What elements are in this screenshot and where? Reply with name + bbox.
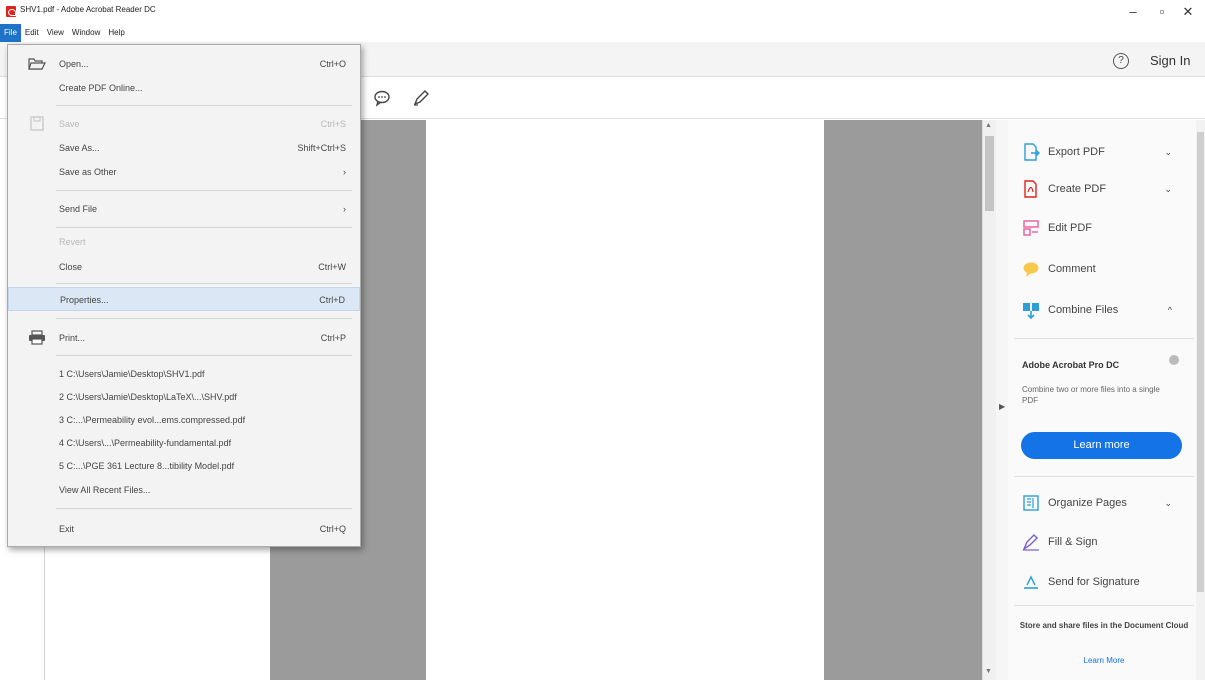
menu-separator (56, 283, 352, 284)
fill-sign-icon (1022, 534, 1039, 551)
chevron-down-icon[interactable]: ⌄ (1164, 498, 1172, 509)
tool-label: Organize Pages (1048, 497, 1127, 509)
window-title: SHV1.pdf - Adobe Acrobat Reader DC (20, 5, 156, 14)
tool-label: Edit PDF (1048, 222, 1093, 234)
tool-send-for-signature[interactable]: Send for Signature (1022, 570, 1182, 594)
organize-pages-icon (1023, 495, 1039, 511)
scrollbar-thumb[interactable] (985, 136, 994, 211)
menu-edit[interactable]: Edit (21, 24, 43, 42)
save-icon (30, 116, 44, 131)
acrobat-app-icon (6, 6, 16, 17)
tool-organize-pages[interactable]: Organize Pages ⌄ (1022, 491, 1182, 515)
menu-item-print[interactable]: Print... Ctrl+P (8, 326, 360, 350)
menu-bar: File Edit View Window Help (0, 24, 1205, 42)
menu-item-recent-file-5[interactable]: 5 C:...\PGE 361 Lecture 8...tibility Mod… (8, 454, 360, 478)
menu-item-create-pdf-online[interactable]: Create PDF Online... (8, 76, 360, 100)
pdf-page[interactable] (426, 120, 824, 680)
document-cloud-learn-more-link[interactable]: Learn More (1014, 656, 1194, 665)
menu-item-save-as[interactable]: Save As... Shift+Ctrl+S (8, 136, 360, 160)
tool-label: Fill & Sign (1048, 536, 1098, 548)
menu-separator (56, 105, 352, 106)
menu-item-close[interactable]: Close Ctrl+W (8, 255, 360, 279)
menu-item-exit[interactable]: Exit Ctrl+Q (8, 517, 360, 541)
close-button[interactable]: ✕ (1178, 4, 1198, 20)
tool-export-pdf[interactable]: Export PDF ⌄ (1022, 140, 1182, 164)
menu-separator (56, 227, 352, 228)
menu-window[interactable]: Window (68, 24, 104, 42)
tools-scrollbar-thumb[interactable] (1197, 132, 1204, 592)
menu-item-save-as-other[interactable]: Save as Other › (8, 160, 360, 184)
export-pdf-icon (1024, 143, 1040, 161)
submenu-arrow-icon: › (343, 167, 346, 177)
tool-label: Combine Files (1048, 304, 1119, 316)
menu-separator (56, 318, 352, 319)
menu-item-revert[interactable]: Revert (8, 230, 360, 254)
promo-title: Adobe Acrobat Pro DC (1022, 360, 1120, 370)
document-scrollbar[interactable]: ▲ ▼ (982, 120, 996, 680)
chevron-down-icon[interactable]: ⌄ (1164, 147, 1172, 158)
title-bar: SHV1.pdf - Adobe Acrobat Reader DC – ▫ ✕ (0, 0, 1205, 24)
combine-files-icon (1023, 303, 1039, 319)
promo-text: Combine two or more files into a single … (1022, 385, 1160, 405)
divider (1014, 338, 1194, 339)
menu-item-view-all-recent[interactable]: View All Recent Files... (8, 478, 360, 502)
menu-item-recent-file-1[interactable]: 1 C:\Users\Jamie\Desktop\SHV1.pdf (8, 362, 360, 386)
tools-pane-scrollbar[interactable] (1196, 120, 1205, 680)
menu-help[interactable]: Help (104, 24, 128, 42)
folder-open-icon (28, 58, 46, 70)
learn-more-button[interactable]: Learn more (1021, 432, 1182, 459)
submenu-arrow-icon: › (343, 204, 346, 214)
tool-label: Create PDF (1048, 183, 1107, 195)
sign-in-link[interactable]: Sign In (1150, 53, 1190, 68)
tool-create-pdf[interactable]: Create PDF ⌄ (1022, 177, 1182, 201)
chevron-up-icon[interactable]: ^ (1168, 305, 1172, 315)
document-cloud-text: Store and share files in the Document Cl… (1019, 621, 1189, 630)
menu-item-properties[interactable]: Properties... Ctrl+D (8, 287, 360, 311)
create-pdf-icon (1024, 180, 1037, 198)
tool-label: Send for Signature (1048, 576, 1140, 588)
minimize-button[interactable]: – (1123, 4, 1143, 20)
menu-separator (56, 190, 352, 191)
tool-label: Comment (1048, 263, 1096, 275)
tool-edit-pdf[interactable]: Edit PDF (1022, 216, 1182, 240)
file-menu-dropdown: Open... Ctrl+O Create PDF Online... Save… (7, 44, 361, 547)
help-icon[interactable]: ? (1113, 53, 1129, 69)
tool-combine-files[interactable]: Combine Files ^ (1022, 298, 1182, 322)
tool-comment[interactable]: Comment (1022, 257, 1182, 281)
comment-icon (1023, 262, 1039, 277)
scroll-down-arrow-icon[interactable]: ▼ (985, 668, 992, 675)
collapse-panel-arrow-icon[interactable]: ▶ (999, 402, 1005, 411)
divider (1014, 605, 1194, 606)
menu-file[interactable]: File (0, 24, 21, 42)
printer-icon (29, 330, 45, 345)
menu-item-open[interactable]: Open... Ctrl+O (8, 52, 360, 76)
panel-divider[interactable]: ▶ (996, 120, 1008, 680)
scroll-up-arrow-icon[interactable]: ▲ (985, 122, 992, 129)
menu-view[interactable]: View (43, 24, 68, 42)
maximize-button[interactable]: ▫ (1152, 4, 1172, 20)
menu-separator (56, 508, 352, 509)
menu-item-send-file[interactable]: Send File › (8, 197, 360, 221)
chevron-down-icon[interactable]: ⌄ (1164, 184, 1172, 195)
tool-fill-sign[interactable]: Fill & Sign (1022, 530, 1182, 554)
edit-pdf-icon (1023, 220, 1039, 236)
acrobat-pro-logo-icon (1169, 355, 1179, 365)
menu-item-save[interactable]: Save Ctrl+S (8, 112, 360, 136)
comment-tool-icon[interactable] (373, 89, 391, 107)
menu-separator (56, 355, 352, 356)
menu-item-recent-file-4[interactable]: 4 C:\Users\...\Permeability-fundamental.… (8, 431, 360, 455)
tool-label: Export PDF (1048, 146, 1105, 158)
menu-item-recent-file-3[interactable]: 3 C:...\Permeability evol...ems.compress… (8, 408, 360, 432)
menu-item-recent-file-2[interactable]: 2 C:\Users\Jamie\Desktop\LaTeX\...\SHV.p… (8, 385, 360, 409)
send-signature-icon (1024, 575, 1038, 589)
divider (1014, 476, 1194, 477)
highlight-pen-icon[interactable] (412, 89, 430, 107)
